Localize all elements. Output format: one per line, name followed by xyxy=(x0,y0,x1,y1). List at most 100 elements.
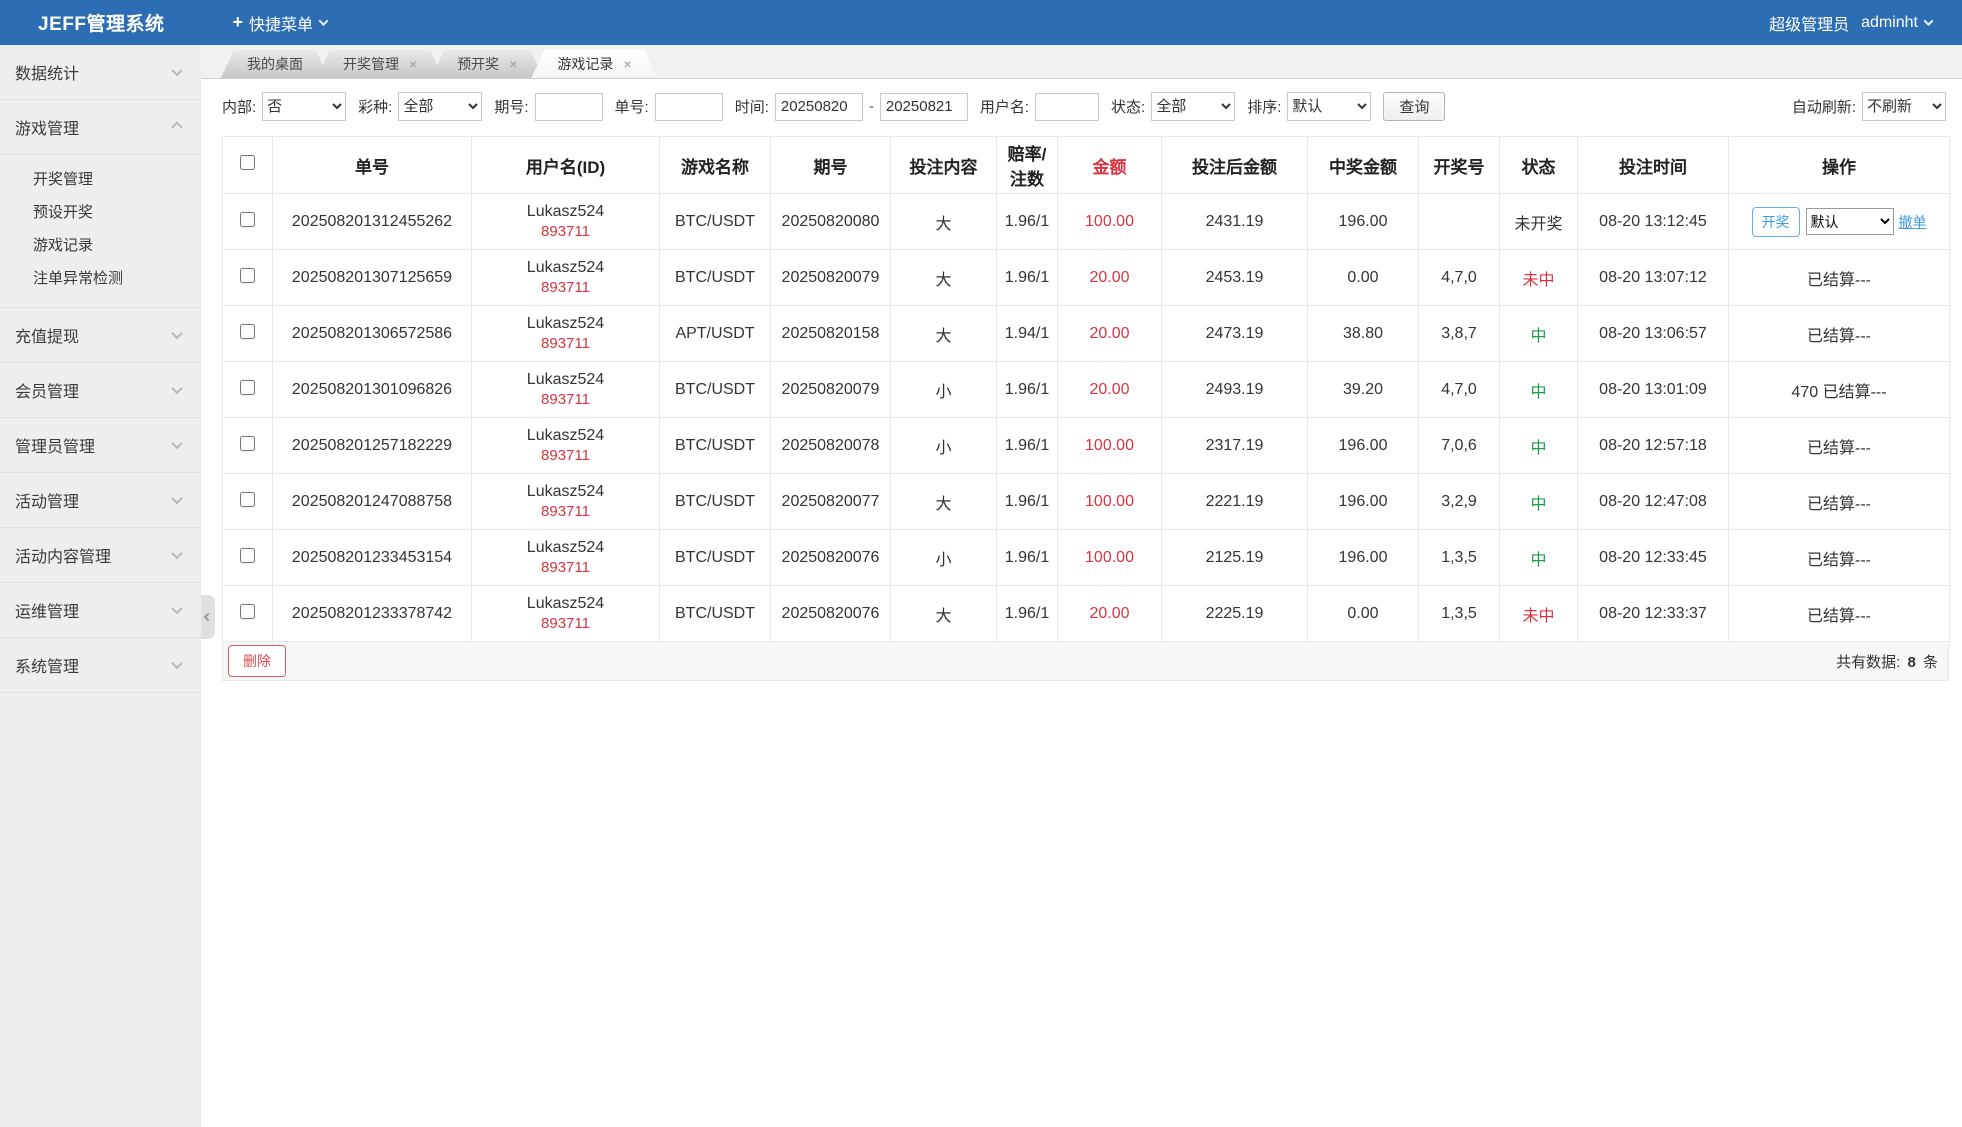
delete-button[interactable]: 删除 xyxy=(228,645,286,677)
sidebar-item-recharge-withdraw[interactable]: 充值提现 xyxy=(0,308,201,363)
username-input[interactable] xyxy=(1035,92,1100,121)
draw-number: 1,3,5 xyxy=(1418,529,1500,586)
action-cell: 已结算--- xyxy=(1728,249,1950,306)
mode-select[interactable]: 默认 xyxy=(1805,208,1894,235)
cancel-order-link[interactable]: 撤单 xyxy=(1899,214,1927,230)
user-name: Lukasz524 xyxy=(526,371,605,388)
sidebar-item-member-management[interactable]: 会员管理 xyxy=(0,363,201,418)
settle-text: 已结算--- xyxy=(1807,551,1871,569)
action-cell: 开奖 默认 撤单 xyxy=(1728,193,1950,250)
balance-after: 2431.19 xyxy=(1161,193,1308,250)
close-icon[interactable]: × xyxy=(409,57,417,71)
row-checkbox[interactable] xyxy=(240,491,255,507)
issue-number: 20250820080 xyxy=(770,193,891,250)
sort-select[interactable]: 默认 xyxy=(1287,92,1372,121)
bet-amount: 20.00 xyxy=(1057,361,1162,418)
row-checkbox[interactable] xyxy=(240,379,255,395)
sidebar-group-label: 充值提现 xyxy=(15,329,80,346)
sidebar-item-activity-management[interactable]: 活动管理 xyxy=(0,473,201,528)
sidebar-collapse-handle[interactable] xyxy=(201,595,215,639)
tab-draw-management[interactable]: 开奖管理 × xyxy=(317,50,443,78)
odds-value: 1.96/1 xyxy=(996,473,1058,530)
sidebar-item-system-management[interactable]: 系统管理 xyxy=(0,638,201,693)
status-select[interactable]: 全部 xyxy=(1151,92,1236,121)
tab-pre-draw[interactable]: 预开奖 × xyxy=(431,50,543,78)
table-row: 202508201233378742 Lukasz524 893711 BTC/USD… xyxy=(222,585,1950,642)
odds-value: 1.96/1 xyxy=(996,249,1058,306)
close-icon[interactable]: × xyxy=(623,57,631,71)
auto-refresh-select[interactable]: 不刷新 xyxy=(1862,92,1946,121)
user-id: 893711 xyxy=(541,559,590,576)
row-checkbox[interactable] xyxy=(240,211,255,227)
status-text: 未中 xyxy=(1499,585,1578,642)
tab-my-desktop[interactable]: 我的桌面 xyxy=(221,50,329,78)
footer-bar: 删除 共有数据: 8 条 xyxy=(222,642,1949,681)
issue-number: 20250820076 xyxy=(770,585,891,642)
sidebar-item-abnormal-order-detection[interactable]: 注单异常检测 xyxy=(0,262,201,295)
time-from-input[interactable] xyxy=(774,92,863,121)
sidebar-item-data-statistics[interactable]: 数据统计 xyxy=(0,45,201,100)
user-name: Lukasz524 xyxy=(526,427,605,444)
total-count: 8 xyxy=(1907,653,1916,671)
sidebar-item-game-management[interactable]: 游戏管理 xyxy=(0,100,201,155)
row-checkbox[interactable] xyxy=(240,603,255,619)
draw-number: 7,0,6 xyxy=(1418,417,1500,474)
user-id: 893711 xyxy=(541,615,590,632)
tab-label: 游戏记录 xyxy=(557,56,614,72)
username-label: 用户名: xyxy=(979,99,1030,116)
win-amount: 0.00 xyxy=(1307,585,1419,642)
header-amount: 金额 xyxy=(1057,136,1162,194)
bet-time: 08-20 12:47:08 xyxy=(1577,473,1729,530)
header-issue: 期号 xyxy=(770,136,891,194)
sidebar-item-activity-content-management[interactable]: 活动内容管理 xyxy=(0,528,201,583)
user-cell: Lukasz524 893711 xyxy=(471,305,660,362)
user-cell: Lukasz524 893711 xyxy=(471,417,660,474)
balance-after: 2473.19 xyxy=(1161,305,1308,362)
tab-game-records[interactable]: 游戏记录 × xyxy=(531,50,657,78)
table-row: 202508201247088758 Lukasz524 893711 BTC/USD… xyxy=(222,473,1950,530)
table-header-row: 单号 用户名(ID) 游戏名称 期号 投注内容 赔率/注数 金额 投注后金额 中… xyxy=(222,136,1950,194)
select-all-cell xyxy=(222,136,273,194)
sidebar-item-admin-management[interactable]: 管理员管理 xyxy=(0,418,201,473)
odds-value: 1.94/1 xyxy=(996,305,1058,362)
sidebar-item-preset-draw[interactable]: 预设开奖 xyxy=(0,196,201,229)
row-checkbox[interactable] xyxy=(240,267,255,283)
sidebar-item-ops-management[interactable]: 运维管理 xyxy=(0,583,201,638)
chevron-down-icon xyxy=(171,657,183,670)
user-id: 893711 xyxy=(541,335,590,352)
row-checkbox[interactable] xyxy=(240,547,255,563)
header-bet-time: 投注时间 xyxy=(1577,136,1729,194)
user-menu[interactable]: adminht xyxy=(1861,14,1934,32)
row-checkbox[interactable] xyxy=(240,323,255,339)
search-button[interactable]: 查询 xyxy=(1383,92,1446,121)
bet-amount: 100.00 xyxy=(1057,193,1162,250)
game-name: APT/USDT xyxy=(659,305,771,362)
lottery-select[interactable]: 全部 xyxy=(398,92,483,121)
draw-number: 3,2,9 xyxy=(1418,473,1500,530)
status-text: 中 xyxy=(1499,361,1578,418)
user-id: 893711 xyxy=(541,447,590,464)
row-checkbox[interactable] xyxy=(240,435,255,451)
draw-number: 4,7,0 xyxy=(1418,249,1500,306)
internal-select[interactable]: 否 xyxy=(262,92,347,121)
user-cell: Lukasz524 893711 xyxy=(471,249,660,306)
user-name: Lukasz524 xyxy=(526,483,605,500)
order-input[interactable] xyxy=(654,92,723,121)
select-all-checkbox[interactable] xyxy=(240,155,255,170)
filter-bar: 内部: 否 彩种: 全部 期号: 单号: 时间: - 用户名: 状态: 全部 排… xyxy=(201,79,1962,133)
quick-menu-button[interactable]: + 快捷菜单 xyxy=(232,11,329,35)
internal-label: 内部: xyxy=(222,99,257,116)
time-to-input[interactable] xyxy=(879,92,968,121)
app-title: JEFF管理系统 xyxy=(38,14,165,35)
sidebar-item-draw-management[interactable]: 开奖管理 xyxy=(0,163,201,196)
issue-input[interactable] xyxy=(534,92,603,121)
close-icon[interactable]: × xyxy=(509,57,517,71)
bet-content: 小 xyxy=(890,529,997,586)
draw-button[interactable]: 开奖 xyxy=(1751,206,1800,237)
sidebar-group-label: 管理员管理 xyxy=(15,439,96,456)
header-game-name: 游戏名称 xyxy=(659,136,771,194)
issue-number: 20250820079 xyxy=(770,249,891,306)
sidebar-item-game-records[interactable]: 游戏记录 xyxy=(0,229,201,262)
odds-value: 1.96/1 xyxy=(996,529,1058,586)
row-select-cell xyxy=(222,361,273,418)
